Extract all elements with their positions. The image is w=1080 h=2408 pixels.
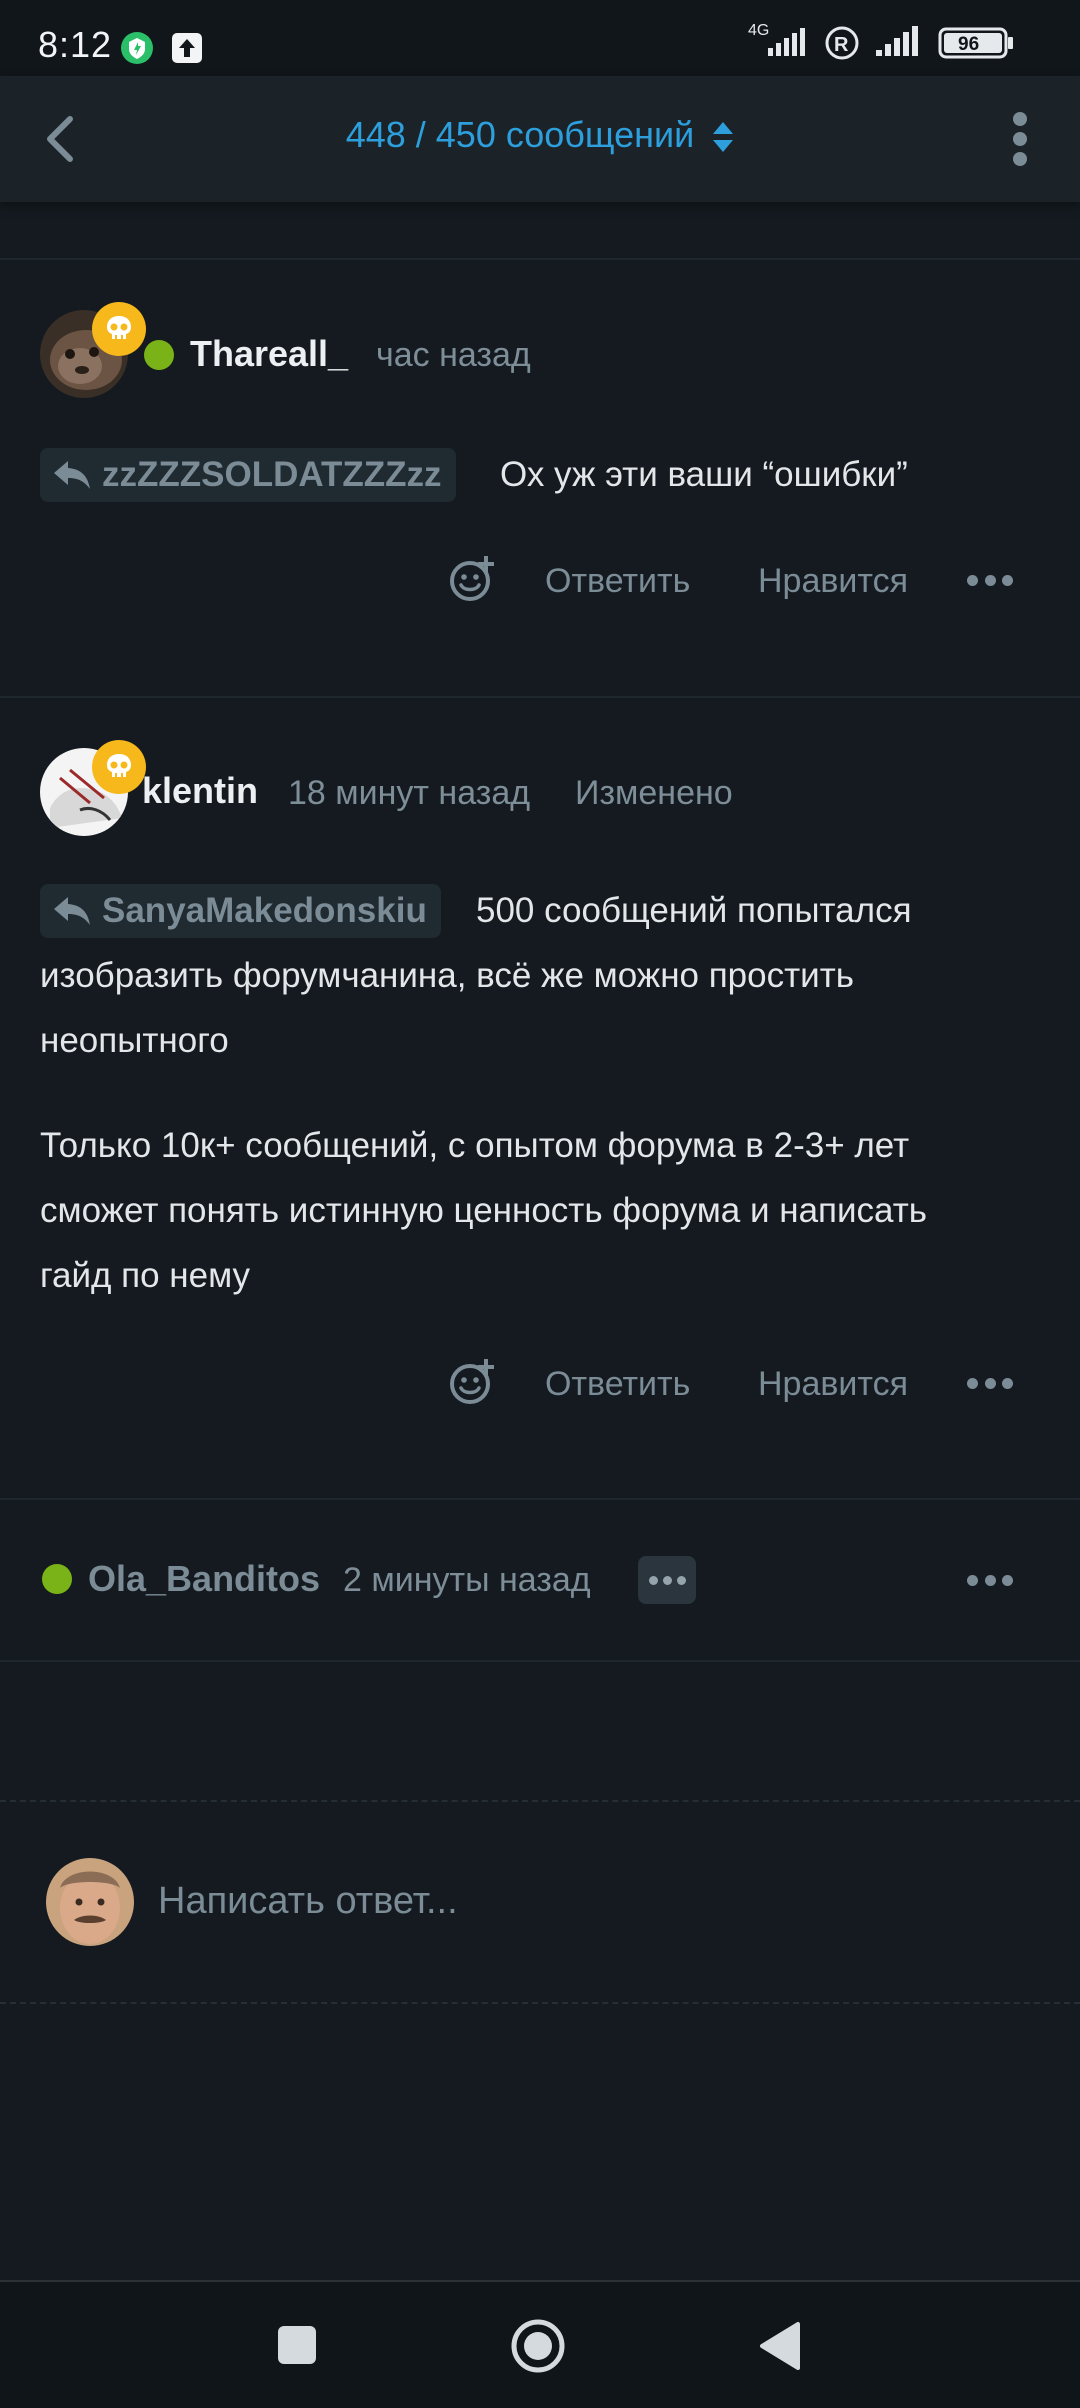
username[interactable]: Thareall_ <box>190 333 348 375</box>
overflow-menu-button[interactable] <box>990 109 1050 169</box>
svg-text:R: R <box>834 34 849 56</box>
reply-to-username: SanyaMakedonskiu <box>102 891 427 930</box>
like-button[interactable]: Нравится <box>758 1365 908 1404</box>
skull-badge-icon <box>92 740 146 794</box>
post-body-line: Только 10к+ сообщений, с опытом форума в… <box>40 1126 910 1165</box>
more-options-icon[interactable] <box>967 1573 1013 1587</box>
add-reaction-icon[interactable] <box>448 554 498 604</box>
avatar-image <box>46 1858 134 1946</box>
reply-reference[interactable]: zzZZZSOLDATZZZzz <box>40 448 456 502</box>
post-body-line: неопытного <box>40 1021 229 1060</box>
more-options-icon[interactable] <box>967 573 1013 587</box>
online-indicator <box>42 1564 72 1594</box>
reply-button[interactable]: Ответить <box>545 562 690 601</box>
post-body: Ох уж эти ваши “ошибки” <box>500 455 908 494</box>
post-time[interactable]: час назад <box>376 336 531 375</box>
system-nav-bar <box>0 2280 1080 2408</box>
thread-position-selector[interactable]: 448 / 450 сообщений <box>0 114 1080 156</box>
divider <box>0 1660 1080 1662</box>
username[interactable]: klentin <box>142 770 258 812</box>
post-body-line: 500 сообщений попытался <box>476 891 912 930</box>
current-user-avatar <box>46 1858 134 1946</box>
typing-indicator <box>638 1556 696 1604</box>
svg-text:4G: 4G <box>748 22 769 39</box>
thread-position-label: 448 / 450 сообщений <box>345 114 695 155</box>
status-time: 8:12 <box>38 24 113 65</box>
reply-button[interactable]: Ответить <box>545 1365 690 1404</box>
divider <box>0 1498 1080 1500</box>
post-body-line: изобразить форумчанина, всё же можно про… <box>40 956 854 995</box>
upload-icon <box>172 33 202 63</box>
back-triangle-icon[interactable] <box>758 2320 802 2372</box>
sort-updown-icon <box>713 122 734 153</box>
like-button[interactable]: Нравится <box>758 562 908 601</box>
signal-battery-icons: 4G R 96 <box>748 22 1013 60</box>
status-indicators: 4G R 96 <box>748 22 1038 62</box>
more-options-icon[interactable] <box>967 1376 1013 1390</box>
home-circle-icon[interactable] <box>510 2318 566 2374</box>
post-body-line: гайд по нему <box>40 1256 251 1295</box>
divider <box>0 258 1080 260</box>
vpn-shield-icon <box>121 32 153 64</box>
divider <box>0 696 1080 698</box>
username[interactable]: Ola_Banditos <box>88 1558 320 1600</box>
reply-input[interactable]: Написать ответ... <box>158 1880 458 1923</box>
post-time[interactable]: 18 минут назад <box>288 774 530 813</box>
skull-badge-icon <box>92 302 146 356</box>
composer-bottom-border <box>0 2002 1080 2004</box>
reply-arrow-icon <box>54 897 90 925</box>
status-bar: 8:12 4G R 96 <box>0 0 1080 76</box>
more-vertical-icon <box>1013 112 1027 166</box>
reply-arrow-icon <box>54 461 90 489</box>
top-app-bar: 448 / 450 сообщений <box>0 76 1080 202</box>
composer-top-border <box>0 1800 1080 1802</box>
post-body-line: сможет понять истинную ценность форума и… <box>40 1191 928 1230</box>
post-time[interactable]: 2 минуты назад <box>343 1561 591 1600</box>
online-indicator <box>144 340 174 370</box>
edited-label[interactable]: Изменено <box>575 774 733 813</box>
add-reaction-icon[interactable] <box>448 1357 498 1407</box>
recents-square-icon[interactable] <box>276 2324 318 2366</box>
reply-reference[interactable]: SanyaMakedonskiu <box>40 884 441 938</box>
reply-to-username: zzZZZSOLDATZZZzz <box>102 455 442 494</box>
svg-text:96: 96 <box>958 34 979 55</box>
